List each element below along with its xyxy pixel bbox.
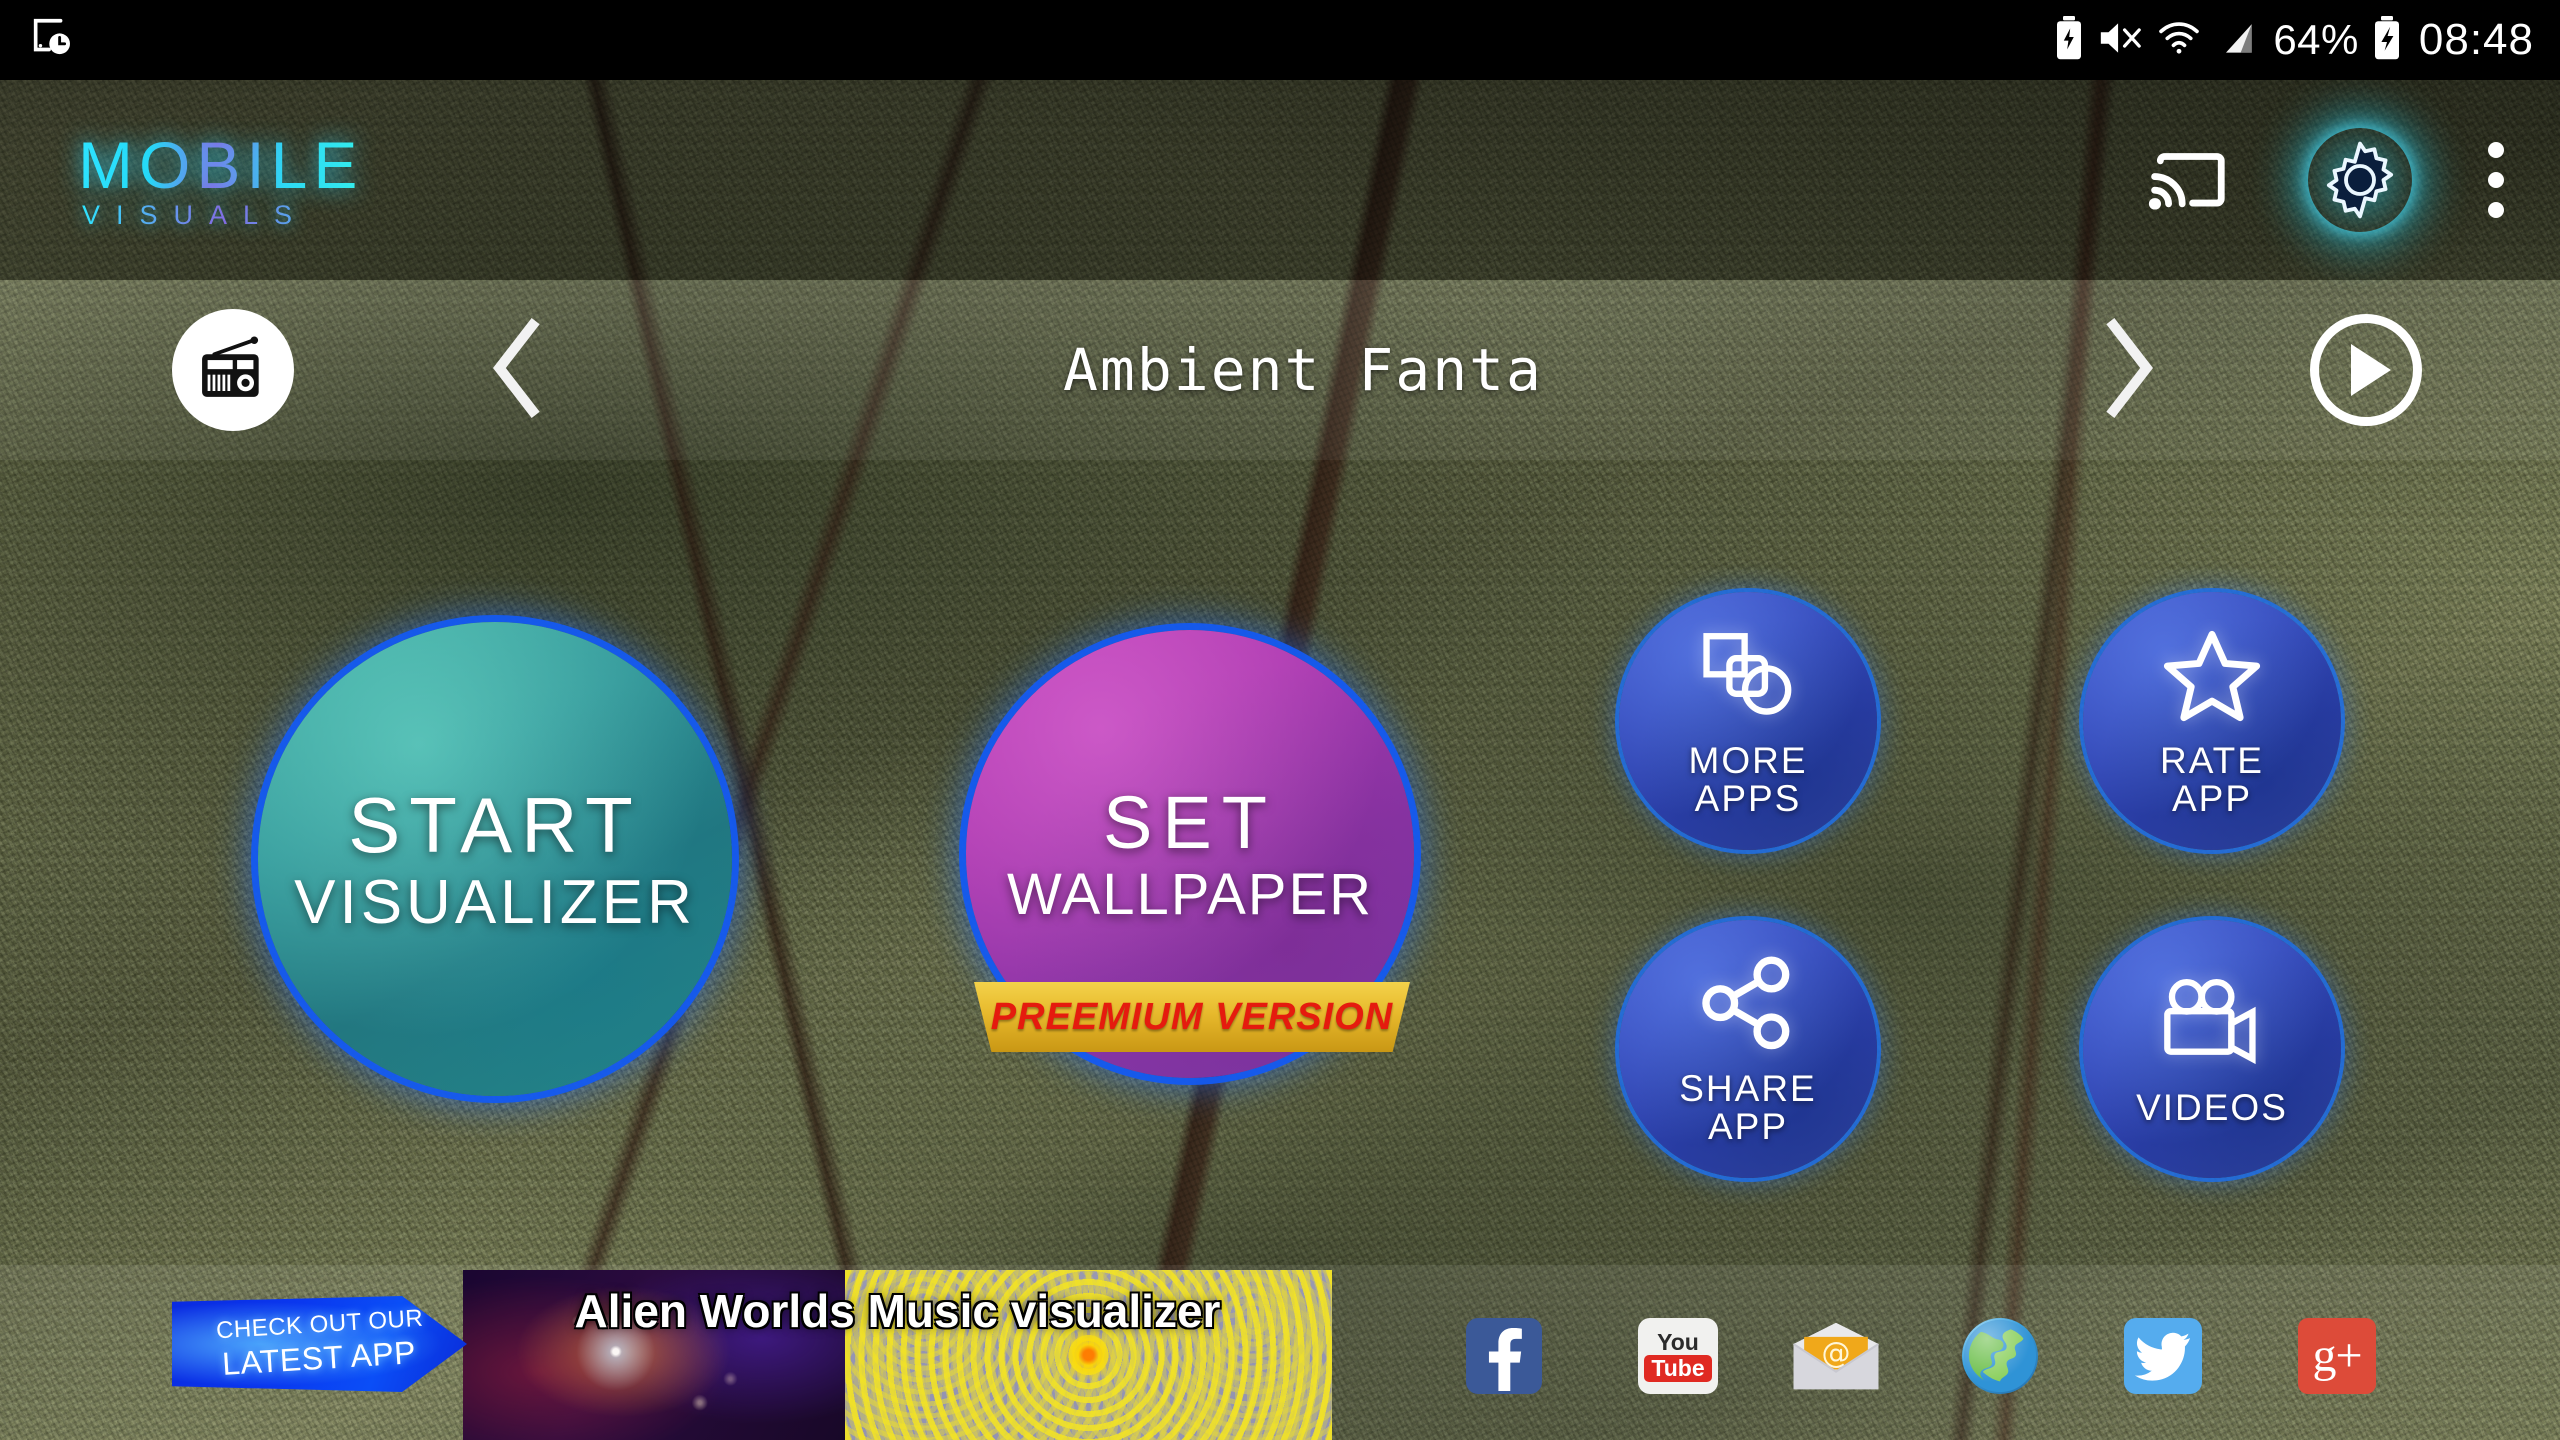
shapes-icon (1693, 624, 1803, 728)
youtube-icon[interactable]: You Tube (1638, 1318, 1718, 1394)
preset-selector-bar: Ambient Fanta (0, 280, 2560, 460)
screen-timeout-icon (28, 15, 74, 66)
cast-icon[interactable] (2146, 141, 2232, 220)
battery-saver-icon (2055, 15, 2083, 65)
videos-line1: VIDEOS (2136, 1087, 2288, 1129)
status-bar: 64% 08:48 (0, 0, 2560, 80)
globe-icon[interactable] (1962, 1318, 2038, 1394)
overflow-dot (2488, 172, 2504, 188)
start-visualizer-line2: VISUALIZER (294, 868, 696, 937)
mute-icon (2097, 18, 2143, 63)
more-apps-label: MORE APPS (1689, 742, 1808, 817)
rate-app-button[interactable]: RATE APP (2083, 592, 2341, 850)
set-wallpaper-line1: SET (1103, 781, 1277, 864)
share-app-line1: SHARE (1679, 1068, 1817, 1110)
set-wallpaper-line2: WALLPAPER (1006, 862, 1374, 927)
youtube-label-top: You (1657, 1328, 1699, 1355)
google-plus-label: g+ (2312, 1329, 2362, 1382)
rate-app-line2: APP (2171, 778, 2253, 819)
facebook-icon[interactable] (1466, 1318, 1542, 1394)
app-header-actions (2146, 120, 2504, 240)
start-visualizer-line1: START (348, 781, 642, 869)
signal-icon (2215, 18, 2259, 63)
chevron-right-icon[interactable] (2092, 313, 2170, 427)
app-logo: MOBILE VISUALS (78, 132, 363, 229)
twitter-icon[interactable] (2124, 1318, 2202, 1394)
more-vertical-icon[interactable] (2488, 142, 2504, 218)
clock-label: 08:48 (2418, 15, 2534, 64)
videos-button[interactable]: VIDEOS (2083, 920, 2341, 1178)
preset-name-label[interactable]: Ambient Fanta (514, 336, 2092, 404)
status-bar-left (28, 15, 74, 66)
overflow-dot (2488, 202, 2504, 218)
wifi-icon (2157, 18, 2201, 63)
more-apps-line1: MORE (1688, 740, 1808, 782)
status-bar-right: 64% 08:48 (2055, 15, 2534, 65)
google-plus-icon[interactable]: g+ (2298, 1318, 2376, 1394)
star-icon (2157, 624, 2267, 728)
app-logo-line2: VISUALS (82, 201, 363, 229)
premium-version-label: PREEMIUM VERSION (990, 995, 1394, 1038)
start-visualizer-button[interactable]: START VISUALIZER (258, 622, 732, 1096)
play-triangle-icon (2351, 344, 2391, 396)
share-app-label: SHARE APP (1679, 1070, 1816, 1145)
battery-percent-label: 64% (2273, 16, 2359, 63)
share-app-line2: APP (1707, 1106, 1789, 1147)
promo-banner[interactable]: Alien Worlds Music visualizer (463, 1270, 1332, 1440)
video-camera-icon (2153, 971, 2271, 1075)
radio-icon[interactable] (172, 309, 294, 431)
charging-bolt-icon (2373, 15, 2401, 65)
email-icon[interactable]: @ (1790, 1320, 1882, 1392)
gear-icon[interactable] (2300, 120, 2420, 240)
youtube-label-bottom: Tube (1644, 1354, 1712, 1382)
play-circle-icon[interactable] (2310, 314, 2422, 426)
rate-app-label: RATE APP (2160, 742, 2264, 817)
share-icon (1693, 952, 1803, 1056)
videos-label: VIDEOS (2136, 1089, 2288, 1127)
more-apps-button[interactable]: MORE APPS (1619, 592, 1877, 850)
rate-app-line1: RATE (2160, 740, 2264, 782)
overflow-dot (2488, 142, 2504, 158)
more-apps-line2: APPS (1694, 778, 1802, 819)
app-logo-line1: MOBILE (78, 127, 364, 202)
premium-version-badge[interactable]: PREEMIUM VERSION (974, 982, 1410, 1052)
app-screen: 64% 08:48 MOBILE VISUALS Ambient Fanta S… (0, 0, 2560, 1440)
app-header-bar: MOBILE VISUALS (0, 80, 2560, 280)
promo-title-label: Alien Worlds Music visualizer (574, 1285, 1221, 1337)
share-app-button[interactable]: SHARE APP (1619, 920, 1877, 1178)
